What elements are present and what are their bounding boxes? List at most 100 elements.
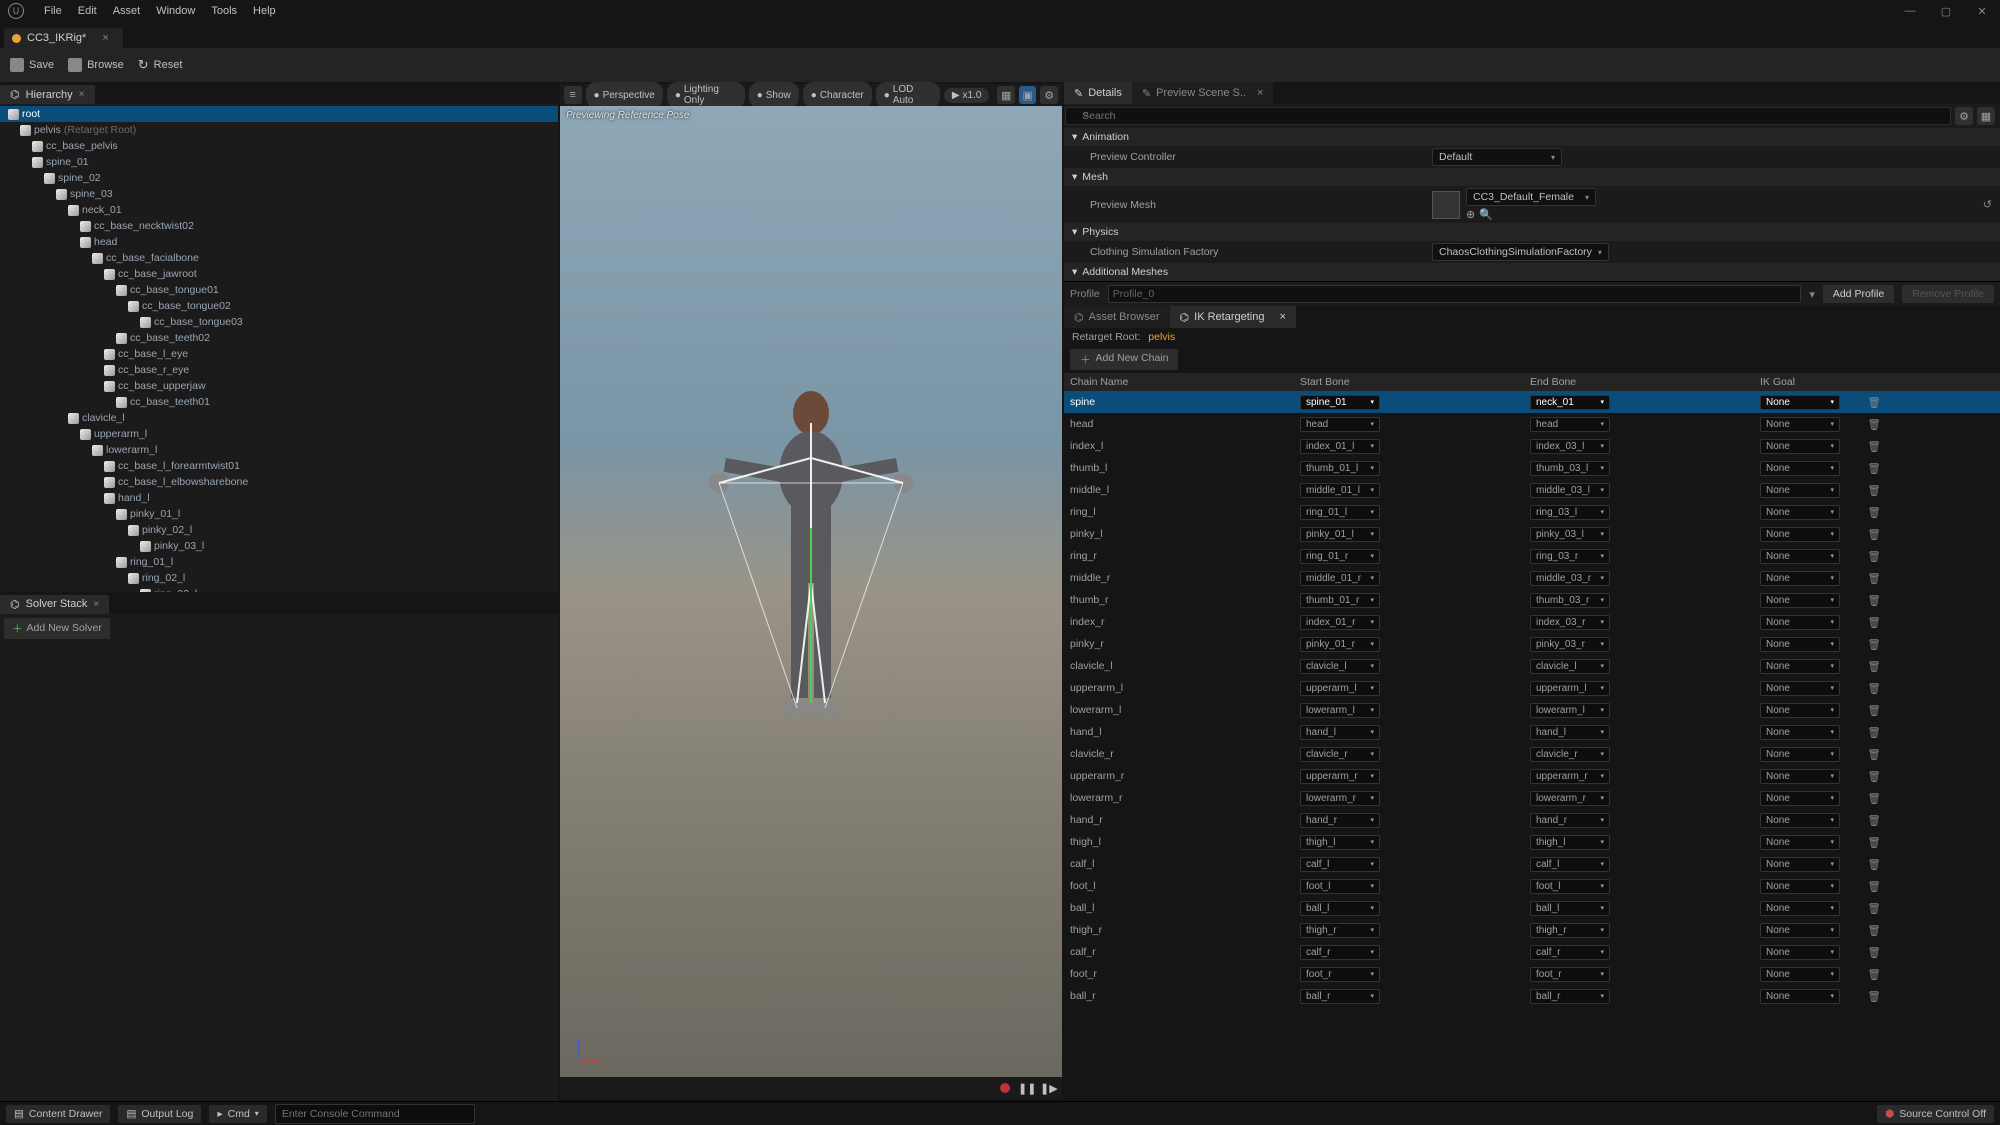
end-bone-dropdown[interactable]: middle_03_l▾ — [1530, 483, 1610, 498]
end-bone-dropdown[interactable]: ring_03_r▾ — [1530, 549, 1610, 564]
ik-goal-dropdown[interactable]: None▾ — [1760, 989, 1840, 1004]
end-bone-dropdown[interactable]: clavicle_r▾ — [1530, 747, 1610, 762]
search-input[interactable] — [1065, 107, 1951, 125]
close-icon[interactable]: × — [1257, 87, 1263, 99]
end-bone-dropdown[interactable]: pinky_03_l▾ — [1530, 527, 1610, 542]
chain-row-clavicle_r[interactable]: clavicle_rclavicle_r▾clavicle_r▾None▾🗑 — [1064, 743, 2000, 765]
delete-chain-icon[interactable]: 🗑 — [1867, 573, 1880, 585]
ik-goal-dropdown[interactable]: None▾ — [1760, 483, 1840, 498]
bone-lowerarm_l[interactable]: lowerarm_l — [0, 442, 558, 458]
chain-row-ball_r[interactable]: ball_rball_r▾ball_r▾None▾🗑 — [1064, 985, 2000, 1007]
start-bone-dropdown[interactable]: hand_r▾ — [1300, 813, 1380, 828]
chain-row-thumb_r[interactable]: thumb_rthumb_01_r▾thumb_03_r▾None▾🗑 — [1064, 589, 2000, 611]
chain-row-calf_r[interactable]: calf_rcalf_r▾calf_r▾None▾🗑 — [1064, 941, 2000, 963]
tab-preview-scene[interactable]: ✎Preview Scene S..× — [1132, 82, 1274, 104]
chain-row-middle_r[interactable]: middle_rmiddle_01_r▾middle_03_r▾None▾🗑 — [1064, 567, 2000, 589]
ik-goal-dropdown[interactable]: None▾ — [1760, 659, 1840, 674]
delete-chain-icon[interactable]: 🗑 — [1867, 969, 1880, 981]
bone-pelvis[interactable]: pelvis(Retarget Root) — [0, 122, 558, 138]
start-bone-dropdown[interactable]: foot_l▾ — [1300, 879, 1380, 894]
close-icon[interactable]: × — [102, 32, 108, 44]
chain-row-thigh_l[interactable]: thigh_lthigh_l▾thigh_l▾None▾🗑 — [1064, 831, 2000, 853]
delete-chain-icon[interactable]: 🗑 — [1867, 991, 1880, 1003]
browse-button[interactable]: Browse — [68, 58, 124, 72]
use-selected-icon[interactable]: ⊕ — [1466, 208, 1475, 221]
viewport-settings-button[interactable]: ⚙ — [1040, 86, 1058, 104]
start-bone-dropdown[interactable]: middle_01_r▾ — [1300, 571, 1380, 586]
end-bone-dropdown[interactable]: upperarm_r▾ — [1530, 769, 1610, 784]
chain-row-thigh_r[interactable]: thigh_rthigh_r▾thigh_r▾None▾🗑 — [1064, 919, 2000, 941]
add-new-chain-button[interactable]: ＋Add New Chain — [1070, 349, 1178, 370]
cmd-dropdown[interactable]: ▸Cmd▾ — [209, 1105, 266, 1123]
window-maximize[interactable]: ▢ — [1928, 0, 1964, 22]
end-bone-dropdown[interactable]: lowerarm_l▾ — [1530, 703, 1610, 718]
mesh-thumbnail[interactable] — [1432, 191, 1460, 219]
start-bone-dropdown[interactable]: calf_r▾ — [1300, 945, 1380, 960]
ik-goal-dropdown[interactable]: None▾ — [1760, 549, 1840, 564]
ik-goal-dropdown[interactable]: None▾ — [1760, 615, 1840, 630]
end-bone-dropdown[interactable]: index_03_l▾ — [1530, 439, 1610, 454]
add-new-solver-button[interactable]: ＋Add New Solver — [4, 618, 110, 639]
tab-details[interactable]: ✎Details — [1064, 82, 1132, 104]
bone-clavicle_l[interactable]: clavicle_l — [0, 410, 558, 426]
end-bone-dropdown[interactable]: pinky_03_r▾ — [1530, 637, 1610, 652]
chain-table[interactable]: spinespine_01▾neck_01▾None▾🗑headhead▾hea… — [1064, 391, 2000, 1101]
ik-goal-dropdown[interactable]: None▾ — [1760, 461, 1840, 476]
chain-row-ball_l[interactable]: ball_lball_l▾ball_l▾None▾🗑 — [1064, 897, 2000, 919]
ik-goal-dropdown[interactable]: None▾ — [1760, 593, 1840, 608]
bone-cc_base_tongue03[interactable]: cc_base_tongue03 — [0, 314, 558, 330]
viewport-lod-auto[interactable]: ●LOD Auto — [876, 82, 940, 108]
browse-to-icon[interactable]: 🔍 — [1479, 208, 1493, 221]
viewport-lighting-only[interactable]: ●Lighting Only — [667, 82, 745, 108]
viewport-character[interactable]: ●Character — [803, 82, 872, 108]
end-bone-dropdown[interactable]: thumb_03_r▾ — [1530, 593, 1610, 608]
ik-goal-dropdown[interactable]: None▾ — [1760, 395, 1840, 410]
window-close[interactable]: ✕ — [1964, 0, 2000, 22]
bone-neck_01[interactable]: neck_01 — [0, 202, 558, 218]
start-bone-dropdown[interactable]: thigh_l▾ — [1300, 835, 1380, 850]
start-bone-dropdown[interactable]: index_01_l▾ — [1300, 439, 1380, 454]
start-bone-dropdown[interactable]: ring_01_l▾ — [1300, 505, 1380, 520]
menu-asset[interactable]: Asset — [105, 5, 149, 17]
ik-goal-dropdown[interactable]: None▾ — [1760, 945, 1840, 960]
menu-window[interactable]: Window — [148, 5, 203, 17]
bone-cc_base_pelvis[interactable]: cc_base_pelvis — [0, 138, 558, 154]
start-bone-dropdown[interactable]: thumb_01_r▾ — [1300, 593, 1380, 608]
ik-goal-dropdown[interactable]: None▾ — [1760, 923, 1840, 938]
3d-viewport[interactable]: Previewing Reference Pose — [560, 106, 1062, 1077]
start-bone-dropdown[interactable]: lowerarm_l▾ — [1300, 703, 1380, 718]
start-bone-dropdown[interactable]: thumb_01_l▾ — [1300, 461, 1380, 476]
end-bone-dropdown[interactable]: index_03_r▾ — [1530, 615, 1610, 630]
bone-hand_l[interactable]: hand_l — [0, 490, 558, 506]
bone-pinky_02_l[interactable]: pinky_02_l — [0, 522, 558, 538]
ik-goal-dropdown[interactable]: None▾ — [1760, 857, 1840, 872]
delete-chain-icon[interactable]: 🗑 — [1867, 947, 1880, 959]
remove-profile-button[interactable]: Remove Profile — [1902, 285, 1994, 303]
start-bone-dropdown[interactable]: ring_01_r▾ — [1300, 549, 1380, 564]
delete-chain-icon[interactable]: 🗑 — [1867, 441, 1880, 453]
add-profile-button[interactable]: Add Profile — [1823, 285, 1894, 303]
end-bone-dropdown[interactable]: ring_03_l▾ — [1530, 505, 1610, 520]
delete-chain-icon[interactable]: 🗑 — [1867, 397, 1880, 409]
end-bone-dropdown[interactable]: hand_l▾ — [1530, 725, 1610, 740]
record-button[interactable] — [1000, 1083, 1010, 1093]
ik-goal-dropdown[interactable]: None▾ — [1760, 439, 1840, 454]
chain-row-hand_r[interactable]: hand_rhand_r▾hand_r▾None▾🗑 — [1064, 809, 2000, 831]
hierarchy-panel[interactable]: rootpelvis(Retarget Root)cc_base_pelviss… — [0, 104, 558, 592]
delete-chain-icon[interactable]: 🗑 — [1867, 925, 1880, 937]
preview-mesh-dropdown[interactable]: CC3_Default_Female▾ — [1466, 188, 1596, 206]
delete-chain-icon[interactable]: 🗑 — [1867, 463, 1880, 475]
viewport-camera-button[interactable]: ▣ — [1019, 86, 1037, 104]
delete-chain-icon[interactable]: 🗑 — [1867, 595, 1880, 607]
end-bone-dropdown[interactable]: foot_l▾ — [1530, 879, 1610, 894]
console-input[interactable] — [275, 1104, 475, 1124]
bone-ring_01_l[interactable]: ring_01_l — [0, 554, 558, 570]
bone-cc_base_teeth01[interactable]: cc_base_teeth01 — [0, 394, 558, 410]
chain-row-pinky_r[interactable]: pinky_rpinky_01_r▾pinky_03_r▾None▾🗑 — [1064, 633, 2000, 655]
step-button[interactable]: ❚▶ — [1040, 1082, 1054, 1095]
chain-row-foot_r[interactable]: foot_rfoot_r▾foot_r▾None▾🗑 — [1064, 963, 2000, 985]
tab-hierarchy[interactable]: ⌬ Hierarchy × — [0, 85, 95, 104]
end-bone-dropdown[interactable]: middle_03_r▾ — [1530, 571, 1610, 586]
chain-row-hand_l[interactable]: hand_lhand_l▾hand_l▾None▾🗑 — [1064, 721, 2000, 743]
content-drawer-button[interactable]: ▤Content Drawer — [6, 1105, 110, 1123]
